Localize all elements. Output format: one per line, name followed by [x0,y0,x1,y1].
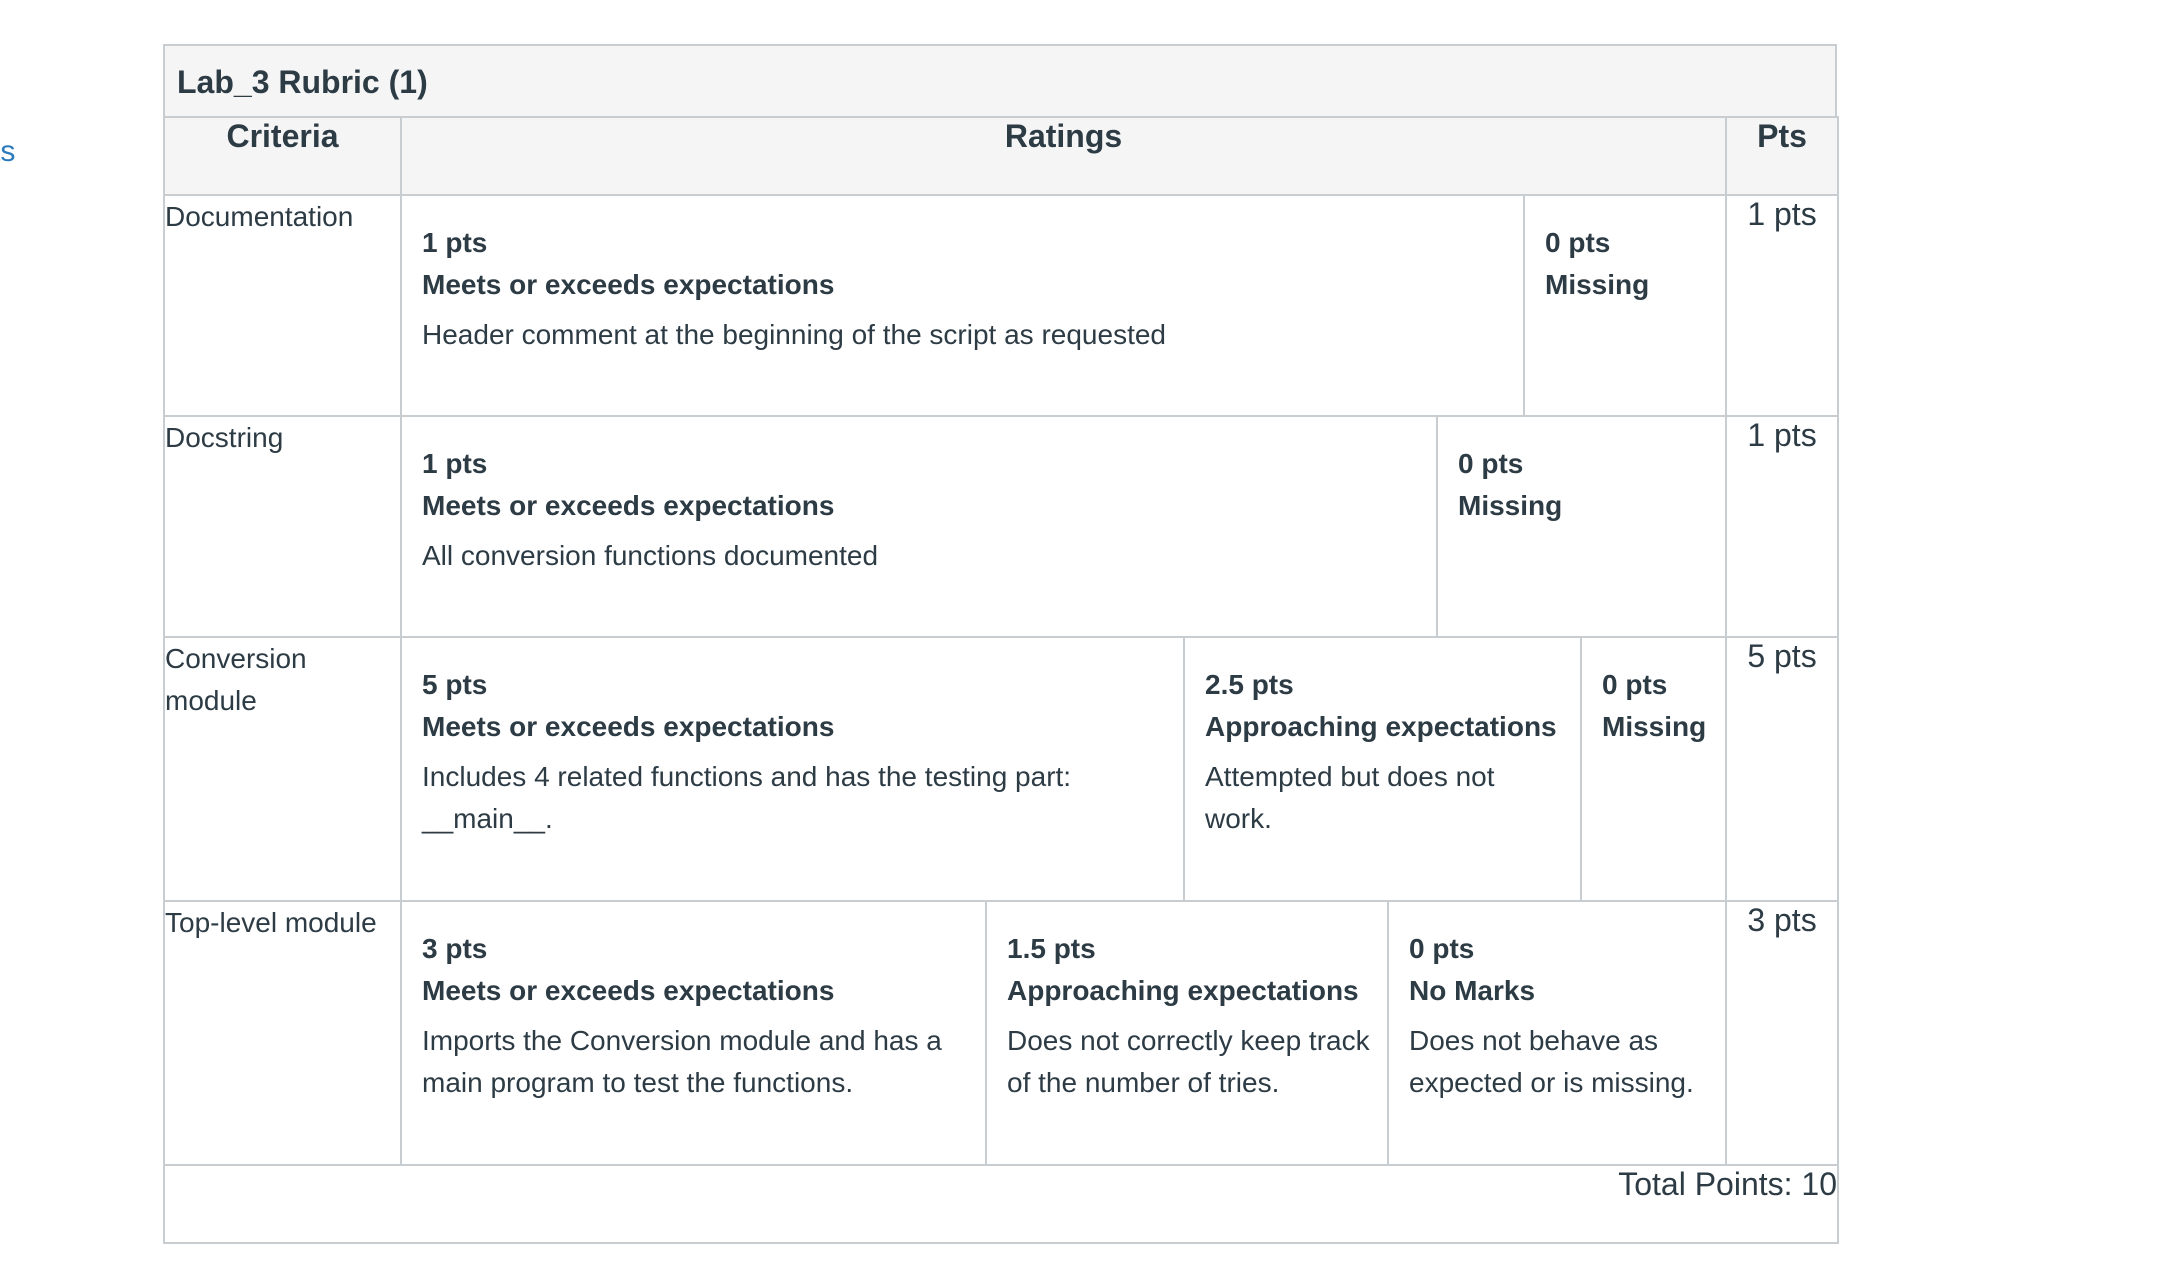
rubric-title: Lab_3 Rubric (1) [163,44,1837,116]
rubric-table: Criteria Ratings Pts Documentation 1 pts… [163,116,1839,1244]
table-row: Top-level module 3 pts Meets or exceeds … [163,900,1839,1166]
rating-tier[interactable]: 0 pts Missing [1523,196,1725,415]
criterion-points: 3 pts [1725,900,1839,1166]
criteria-header: Criteria [163,116,402,196]
rubric: Lab_3 Rubric (1) Criteria Ratings Pts Do… [163,44,1839,1244]
rating-description: Imports the Conversion module and has a … [422,1025,942,1098]
rating-points: 1.5 pts [1007,933,1096,964]
criterion-points: 5 pts [1725,636,1839,902]
table-row: Conversion module 5 pts Meets or exceeds… [163,636,1839,902]
rating-description: Does not correctly keep track of the num… [1007,1025,1370,1098]
rating-points: 0 pts [1545,227,1611,258]
rating-description: Attempted but does not work. [1205,761,1495,834]
rating-points: 1 pts [422,448,488,479]
rating-title: Meets or exceeds expectations [422,490,835,521]
rating-description: Does not behave as expected or is missin… [1409,1025,1694,1098]
rating-tier[interactable]: 1 pts Meets or exceeds expectations Head… [402,196,1523,415]
rating-title: Missing [1602,711,1707,742]
ratings-group: 3 pts Meets or exceeds expectations Impo… [400,900,1727,1166]
rating-description: All conversion functions documented [422,540,879,571]
criterion-points: 1 pts [1725,194,1839,417]
criterion-label: Docstring [163,415,402,638]
rating-tier[interactable]: 3 pts Meets or exceeds expectations Impo… [402,902,985,1164]
rating-title: Missing [1545,269,1650,300]
ratings-group: 1 pts Meets or exceeds expectations All … [400,415,1727,638]
rating-points: 5 pts [422,669,488,700]
rating-description: Includes 4 related functions and has the… [422,761,1072,834]
rating-points: 2.5 pts [1205,669,1294,700]
criterion-points: 1 pts [1725,415,1839,638]
rating-points: 0 pts [1409,933,1475,964]
rating-title: No Marks [1409,975,1536,1006]
criterion-label: Documentation [163,194,402,417]
rating-tier[interactable]: 0 pts Missing [1436,417,1725,636]
table-row: Documentation 1 pts Meets or exceeds exp… [163,194,1839,417]
table-row: Docstring 1 pts Meets or exceeds expecta… [163,415,1839,638]
rating-points: 1 pts [422,227,488,258]
rating-points: 3 pts [422,933,488,964]
pts-header: Pts [1725,116,1839,196]
rating-tier[interactable]: 1.5 pts Approaching expectations Does no… [985,902,1387,1164]
rating-tier[interactable]: 0 pts No Marks Does not behave as expect… [1387,902,1725,1164]
rating-title: Meets or exceeds expectations [422,975,835,1006]
total-points: Total Points: 10 [163,1164,1839,1244]
rating-tier[interactable]: 1 pts Meets or exceeds expectations All … [402,417,1436,636]
rating-title: Approaching expectations [1007,975,1359,1006]
criterion-label: Conversion module [163,636,402,902]
rating-points: 0 pts [1602,669,1668,700]
rating-description: Header comment at the beginning of the s… [422,319,1166,350]
ratings-header: Ratings [400,116,1727,196]
rating-tier[interactable]: 2.5 pts Approaching expectations Attempt… [1183,638,1580,900]
rating-tier[interactable]: 0 pts Missing [1580,638,1725,900]
rating-title: Missing [1458,490,1563,521]
criterion-label: Top-level module [163,900,402,1166]
rating-tier[interactable]: 5 pts Meets or exceeds expectations Incl… [402,638,1183,900]
rating-points: 0 pts [1458,448,1524,479]
side-nav-link[interactable]: ts [0,135,15,169]
rating-title: Meets or exceeds expectations [422,269,835,300]
rating-title: Approaching expectations [1205,711,1557,742]
ratings-group: 5 pts Meets or exceeds expectations Incl… [400,636,1727,902]
rating-title: Meets or exceeds expectations [422,711,835,742]
ratings-group: 1 pts Meets or exceeds expectations Head… [400,194,1727,417]
total-row: Total Points: 10 [163,1164,1839,1244]
